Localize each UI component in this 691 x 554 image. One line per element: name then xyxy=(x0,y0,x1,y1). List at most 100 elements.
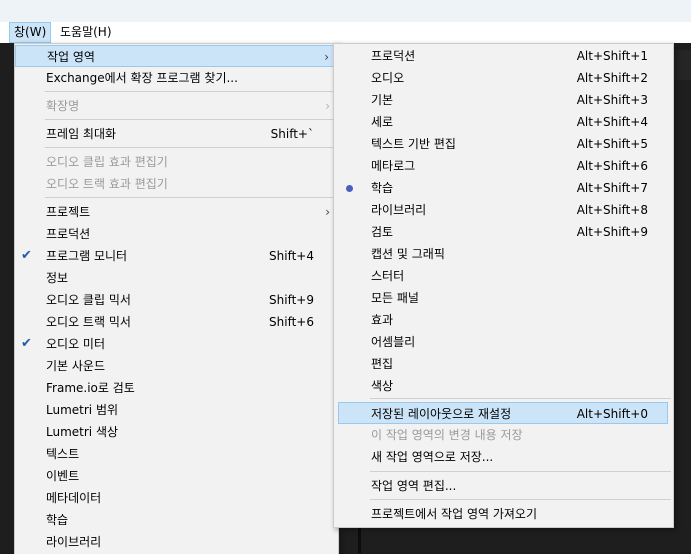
menu-item-label: 정보 xyxy=(46,271,69,285)
menu-item-label: 오디오 미터 xyxy=(46,337,106,351)
menu-item-lumetri-scopes[interactable]: Lumetri 범위 xyxy=(15,399,338,421)
menu-item-label: 이 작업 영역의 변경 내용 저장 xyxy=(371,428,523,442)
menu-item-label: 텍스트 xyxy=(46,447,80,461)
chevron-right-icon: › xyxy=(325,205,330,219)
menu-item-exchange[interactable]: Exchange에서 확장 프로그램 찾기... xyxy=(15,67,338,89)
menu-item-label: 검토 xyxy=(371,225,394,239)
workspace-item-essentials[interactable]: 기본 Alt+Shift+3 xyxy=(334,89,673,111)
menu-item-shortcut: Shift+4 xyxy=(269,249,314,263)
menu-item-label: 작업 영역 xyxy=(47,50,95,64)
menu-separator xyxy=(45,91,336,92)
menu-item-label: 기본 xyxy=(371,93,394,107)
menu-item-label: 확장명 xyxy=(46,99,80,113)
menu-help[interactable]: 도움말(H) xyxy=(56,23,116,42)
menu-item-label: 라이브러리 xyxy=(46,535,102,549)
workspace-item-production[interactable]: 프로덕션 Alt+Shift+1 xyxy=(334,45,673,67)
menu-item-label: 작업 영역 편집... xyxy=(371,479,457,493)
menu-item-label: 어셈블리 xyxy=(371,335,416,349)
menu-item-shortcut: Alt+Shift+1 xyxy=(576,49,648,63)
chevron-right-icon: › xyxy=(325,99,330,113)
menu-item-extensions: 확장명 › xyxy=(15,95,338,117)
workspace-item-captions-graphics[interactable]: 캡션 및 그래픽 xyxy=(334,243,673,265)
workspace-reset-layout[interactable]: 저장된 레이아웃으로 재설정 Alt+Shift+0 xyxy=(338,402,668,424)
menu-item-label: 프로덕션 xyxy=(46,227,91,241)
workspace-item-color[interactable]: 색상 xyxy=(334,375,673,397)
menu-item-audio-clip-mixer[interactable]: 오디오 클립 믹서 Shift+9 xyxy=(15,289,338,311)
chevron-right-icon: › xyxy=(324,50,329,64)
menu-item-label: 오디오 xyxy=(371,71,405,85)
menu-item-label: 저장된 레이아웃으로 재설정 xyxy=(371,407,512,421)
workspace-item-text-based-editing[interactable]: 텍스트 기반 편집 Alt+Shift+5 xyxy=(334,133,673,155)
menu-item-learn[interactable]: 학습 xyxy=(15,509,338,531)
menu-separator xyxy=(45,197,336,198)
menu-item-shortcut: Alt+Shift+0 xyxy=(576,407,648,421)
workspace-item-all-panels[interactable]: 모든 패널 xyxy=(334,287,673,309)
menu-item-label: Lumetri 범위 xyxy=(46,403,119,417)
workspace-submenu: 프로덕션 Alt+Shift+1 오디오 Alt+Shift+2 기본 Alt+… xyxy=(333,43,674,528)
workspace-save-changes: 이 작업 영역의 변경 내용 저장 xyxy=(334,424,673,446)
menu-separator xyxy=(370,471,671,472)
workspace-item-learn[interactable]: 학습 Alt+Shift+7 xyxy=(334,177,673,199)
selected-bullet-icon xyxy=(346,185,353,192)
menu-item-label: 효과 xyxy=(371,313,394,327)
menu-item-shortcut: Alt+Shift+5 xyxy=(576,137,648,151)
workspace-save-as-new[interactable]: 새 작업 영역으로 저장... xyxy=(334,446,673,468)
menu-item-label: Exchange에서 확장 프로그램 찾기... xyxy=(46,71,238,85)
menu-item-label: 색상 xyxy=(371,379,394,393)
menu-item-label: 프레임 최대화 xyxy=(46,127,117,141)
menu-item-label: 프로젝트 xyxy=(46,205,91,219)
menu-item-shortcut: Alt+Shift+6 xyxy=(576,159,648,173)
workspace-item-starter[interactable]: 스터터 xyxy=(334,265,673,287)
checkmark-icon: ✔ xyxy=(21,336,32,351)
menu-item-shortcut: Alt+Shift+4 xyxy=(576,115,648,129)
menu-window[interactable]: 창(W) xyxy=(9,22,52,43)
menu-item-essential-sound[interactable]: 기본 사운드 xyxy=(15,355,338,377)
menu-item-events[interactable]: 이벤트 xyxy=(15,465,338,487)
menu-item-audio-meter[interactable]: ✔ 오디오 미터 xyxy=(15,333,338,355)
menu-item-info[interactable]: 정보 xyxy=(15,267,338,289)
menu-item-label: 기본 사운드 xyxy=(46,359,106,373)
menu-item-audio-clip-effect-editor: 오디오 클립 효과 편집기 xyxy=(15,151,338,173)
workspace-item-assembly[interactable]: 어셈블리 xyxy=(334,331,673,353)
menu-item-audio-track-effect-editor: 오디오 트랙 효과 편집기 xyxy=(15,173,338,195)
menu-item-lumetri-color[interactable]: Lumetri 색상 xyxy=(15,421,338,443)
menu-item-label: 새 작업 영역으로 저장... xyxy=(371,450,494,464)
menu-item-label: 오디오 트랙 효과 편집기 xyxy=(46,177,168,191)
window-menu: 작업 영역 › Exchange에서 확장 프로그램 찾기... 확장명 › 프… xyxy=(14,43,339,554)
menu-item-maximize-frame[interactable]: 프레임 최대화 Shift+` xyxy=(15,123,338,145)
menu-item-label: 세로 xyxy=(371,115,394,129)
checkmark-icon: ✔ xyxy=(21,248,32,263)
menu-separator xyxy=(370,499,671,500)
menu-item-label: 모든 패널 xyxy=(371,291,419,305)
menu-item-label: 오디오 트랙 믹서 xyxy=(46,315,131,329)
menu-item-shortcut: Shift+` xyxy=(270,127,314,141)
menu-item-shortcut: Alt+Shift+8 xyxy=(576,203,648,217)
menu-item-label: 편집 xyxy=(371,357,394,371)
workspace-item-editing[interactable]: 편집 xyxy=(334,353,673,375)
menu-item-workspace[interactable]: 작업 영역 › xyxy=(15,45,338,67)
workspace-item-review[interactable]: 검토 Alt+Shift+9 xyxy=(334,221,673,243)
menu-item-projects[interactable]: 프로젝트 › xyxy=(15,201,338,223)
menu-separator xyxy=(45,119,336,120)
menu-item-metadata[interactable]: 메타데이터 xyxy=(15,487,338,509)
menubar: 창(W) 도움말(H) xyxy=(0,22,691,43)
menu-item-label: 오디오 클립 믹서 xyxy=(46,293,131,307)
workspace-item-effects[interactable]: 효과 xyxy=(334,309,673,331)
menu-item-frameio-review[interactable]: Frame.io로 검토 xyxy=(15,377,338,399)
menu-item-production[interactable]: 프로덕션 xyxy=(15,223,338,245)
workspace-item-audio[interactable]: 오디오 Alt+Shift+2 xyxy=(334,67,673,89)
menu-item-label: 프로덕션 xyxy=(371,49,416,63)
workspace-edit-workspaces[interactable]: 작업 영역 편집... xyxy=(334,475,673,497)
menu-item-program-monitor[interactable]: ✔ 프로그램 모니터 Shift+4 xyxy=(15,245,338,267)
workspace-import-from-projects[interactable]: 프로젝트에서 작업 영역 가져오기 xyxy=(334,503,673,525)
menu-item-libraries[interactable]: 라이브러리 xyxy=(15,531,338,553)
menu-item-shortcut: Alt+Shift+2 xyxy=(576,71,648,85)
menu-item-text[interactable]: 텍스트 xyxy=(15,443,338,465)
menu-item-shortcut: Alt+Shift+9 xyxy=(576,225,648,239)
workspace-item-vertical[interactable]: 세로 Alt+Shift+4 xyxy=(334,111,673,133)
menu-item-audio-track-mixer[interactable]: 오디오 트랙 믹서 Shift+6 xyxy=(15,311,338,333)
menu-item-shortcut: Shift+9 xyxy=(269,293,314,307)
workspace-item-libraries[interactable]: 라이브러리 Alt+Shift+8 xyxy=(334,199,673,221)
workspace-item-metalogging[interactable]: 메타로그 Alt+Shift+6 xyxy=(334,155,673,177)
menu-item-shortcut: Alt+Shift+7 xyxy=(576,181,648,195)
